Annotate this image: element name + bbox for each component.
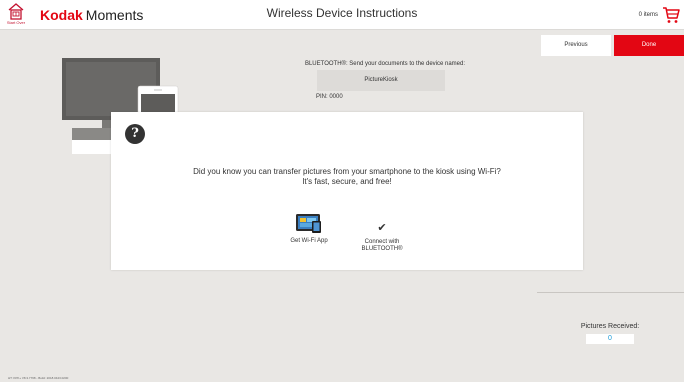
divider [537, 292, 684, 293]
connect-bluetooth-label-line2: BLUETOOTH® [361, 246, 403, 252]
question-icon: ? [125, 124, 145, 144]
start-over-button[interactable]: Start Over [4, 3, 28, 28]
bluetooth-instruction: BLUETOOTH®: Send your documents to the d… [304, 61, 466, 67]
checkmark-icon: ✔ [377, 222, 387, 234]
cart-button[interactable]: 0 items [639, 4, 680, 26]
connect-bluetooth-option[interactable]: ✔ Connect with BLUETOOTH® [347, 222, 417, 253]
dialog-message-line2: It's fast, secure, and free! [302, 177, 392, 186]
home-icon [8, 3, 24, 20]
pictures-received-label: Pictures Received: [580, 323, 640, 330]
get-wifi-app-option[interactable]: Get Wi-Fi App [274, 212, 344, 245]
start-over-label: Start Over [6, 20, 26, 25]
header-bar: Start Over Kodak Moments Wireless Device … [0, 0, 684, 30]
cart-icon [663, 7, 680, 23]
brand-logo: Kodak Moments [40, 6, 143, 24]
done-button[interactable]: Done [614, 35, 684, 56]
wifi-app-icon [296, 214, 321, 233]
dialog-message: Did you know you can transfer pictures f… [111, 167, 583, 187]
brand-moments: Moments [85, 7, 144, 23]
pictures-received-value: 0 [586, 334, 634, 344]
dialog-message-line1: Did you know you can transfer pictures f… [193, 167, 501, 176]
wifi-promo-dialog: ? Did you know you can transfer pictures… [111, 112, 583, 270]
cart-count: 0 items [638, 12, 658, 18]
version-info: HT: KPK+ V8.3.7768 - Build: 2018.0423.02… [8, 376, 69, 380]
pin-code: PIN: 0000 [316, 94, 343, 100]
connect-bluetooth-label-line1: Connect with [364, 239, 400, 245]
previous-button[interactable]: Previous [541, 35, 611, 56]
brand-kodak: Kodak [40, 7, 83, 23]
device-name: PictureKiosk [317, 70, 445, 91]
get-wifi-app-label: Get Wi-Fi App [290, 238, 328, 244]
